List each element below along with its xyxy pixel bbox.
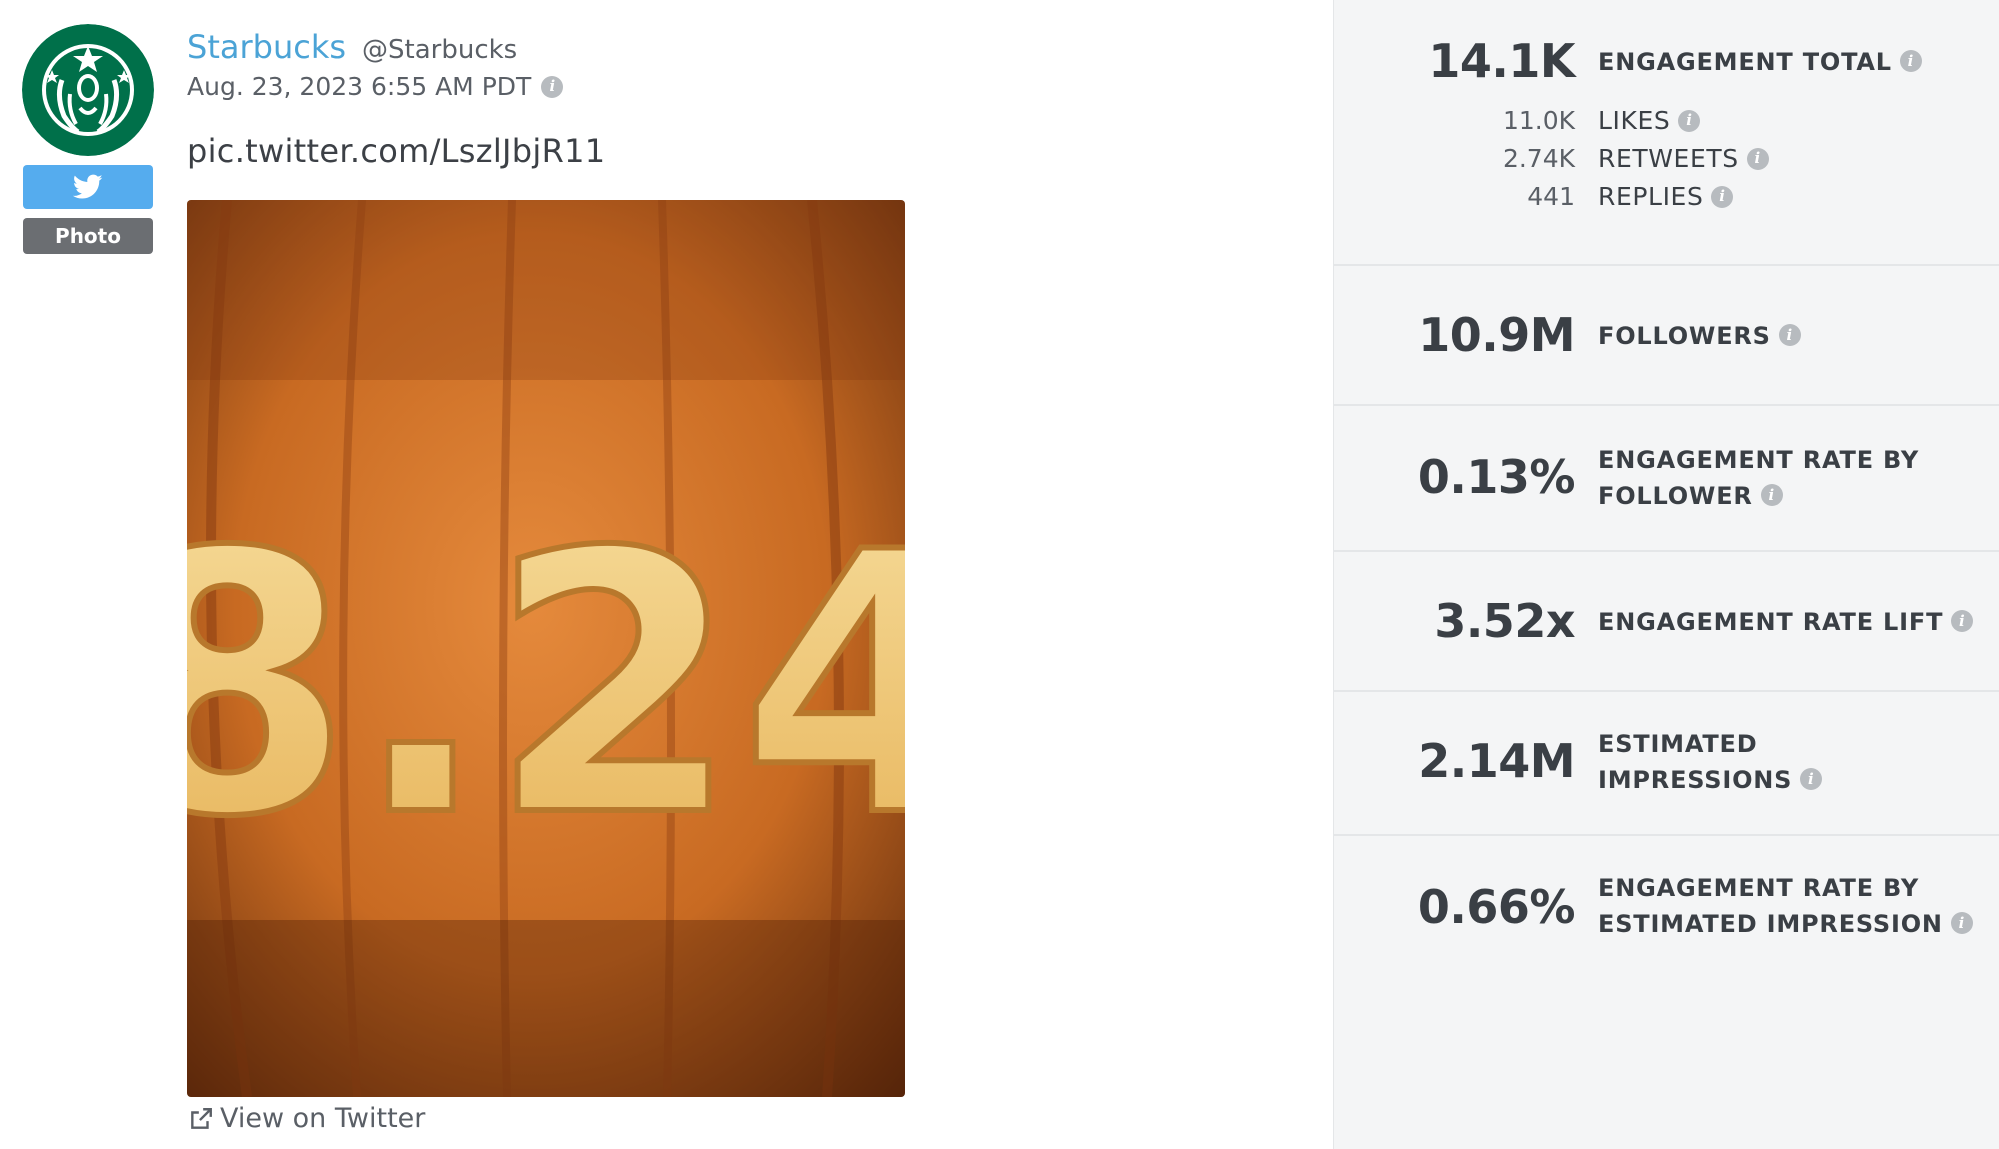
retweets-label: RETWEETS i [1598, 144, 1769, 173]
likes-value: 11.0K [1502, 106, 1575, 135]
info-icon[interactable]: i [1760, 484, 1783, 506]
engagement-rate-follower-block: 0.13% ENGAGEMENT RATE BY FOLLOWER i [1334, 406, 1999, 552]
estimated-impressions-value: 2.14M [1418, 734, 1575, 788]
engagement-rate-follower-label: ENGAGEMENT RATE BY FOLLOWER i [1598, 446, 1920, 510]
info-icon[interactable]: i [1746, 147, 1769, 170]
info-icon[interactable]: i [1778, 324, 1801, 346]
info-icon[interactable]: i [1951, 610, 1974, 632]
engagement-total-block: 14.1K ENGAGEMENT TOTAL i 11.0K LIKES i 2.7… [1334, 0, 1999, 266]
engagement-rate-lift-label: ENGAGEMENT RATE LIFT i [1598, 604, 1974, 640]
estimated-impressions-block: 2.14M ESTIMATED IMPRESSIONS i [1334, 692, 1999, 836]
post-text[interactable]: pic.twitter.com/LszlJbjR11 [187, 132, 605, 170]
info-icon[interactable]: i [1711, 185, 1734, 208]
author-line: Starbucks @Starbucks [187, 28, 517, 68]
followers-block: 10.9M FOLLOWERS i [1334, 266, 1999, 406]
engagement-rate-impression-value: 0.66% [1417, 880, 1576, 934]
estimated-impressions-label: ESTIMATED IMPRESSIONS i [1598, 726, 1823, 798]
info-icon[interactable]: i [1899, 50, 1922, 72]
view-on-twitter-link[interactable]: View on Twitter [188, 1103, 425, 1134]
timestamp-text: Aug. 23, 2023 6:55 AM PDT [187, 72, 532, 101]
replies-value: 441 [1527, 182, 1575, 211]
likes-label: LIKES i [1598, 106, 1701, 135]
engagement-rate-lift-block: 3.52x ENGAGEMENT RATE LIFT i [1334, 552, 1999, 692]
engagement-total-value: 14.1K [1428, 34, 1575, 88]
info-icon[interactable]: i [1678, 109, 1701, 132]
replies-label: REPLIES i [1598, 182, 1734, 211]
post-panel: Photo Starbucks @Starbucks Aug. 23, 2023… [0, 0, 1333, 1149]
twitter-bird-icon [73, 174, 103, 199]
followers-label: FOLLOWERS i [1598, 318, 1801, 354]
info-icon[interactable]: i [1950, 912, 1973, 934]
twitter-network-badge [23, 165, 153, 209]
post-timestamp: Aug. 23, 2023 6:55 AM PDT i [187, 72, 564, 101]
engagement-rate-impression-block: 0.66% ENGAGEMENT RATE BY ESTIMATED IMPRES… [1334, 836, 1999, 986]
engagement-rate-impression-label: ENGAGEMENT RATE BY ESTIMATED IMPRESSION i [1598, 870, 1973, 942]
photo-carved-text: 8.24 [187, 476, 905, 895]
retweets-value: 2.74K [1502, 144, 1575, 173]
author-handle: @Starbucks [362, 35, 518, 65]
engagement-rate-follower-value: 0.13% [1417, 450, 1576, 504]
info-icon[interactable]: i [541, 75, 564, 98]
engagement-total-label: ENGAGEMENT TOTAL i [1598, 44, 1922, 80]
external-link-icon [191, 1107, 212, 1129]
view-link-text: View on Twitter [220, 1103, 426, 1134]
post-photo[interactable]: 8.24 [187, 200, 905, 1097]
photo-type-badge: Photo [23, 218, 153, 254]
author-name-link[interactable]: Starbucks [187, 28, 346, 66]
followers-value: 10.9M [1418, 308, 1575, 362]
info-icon[interactable]: i [1800, 768, 1823, 790]
stats-panel: 14.1K ENGAGEMENT TOTAL i 11.0K LIKES i 2.7… [1333, 0, 1999, 1149]
engagement-rate-lift-value: 3.52x [1434, 594, 1575, 648]
starbucks-logo-avatar[interactable] [22, 24, 154, 156]
